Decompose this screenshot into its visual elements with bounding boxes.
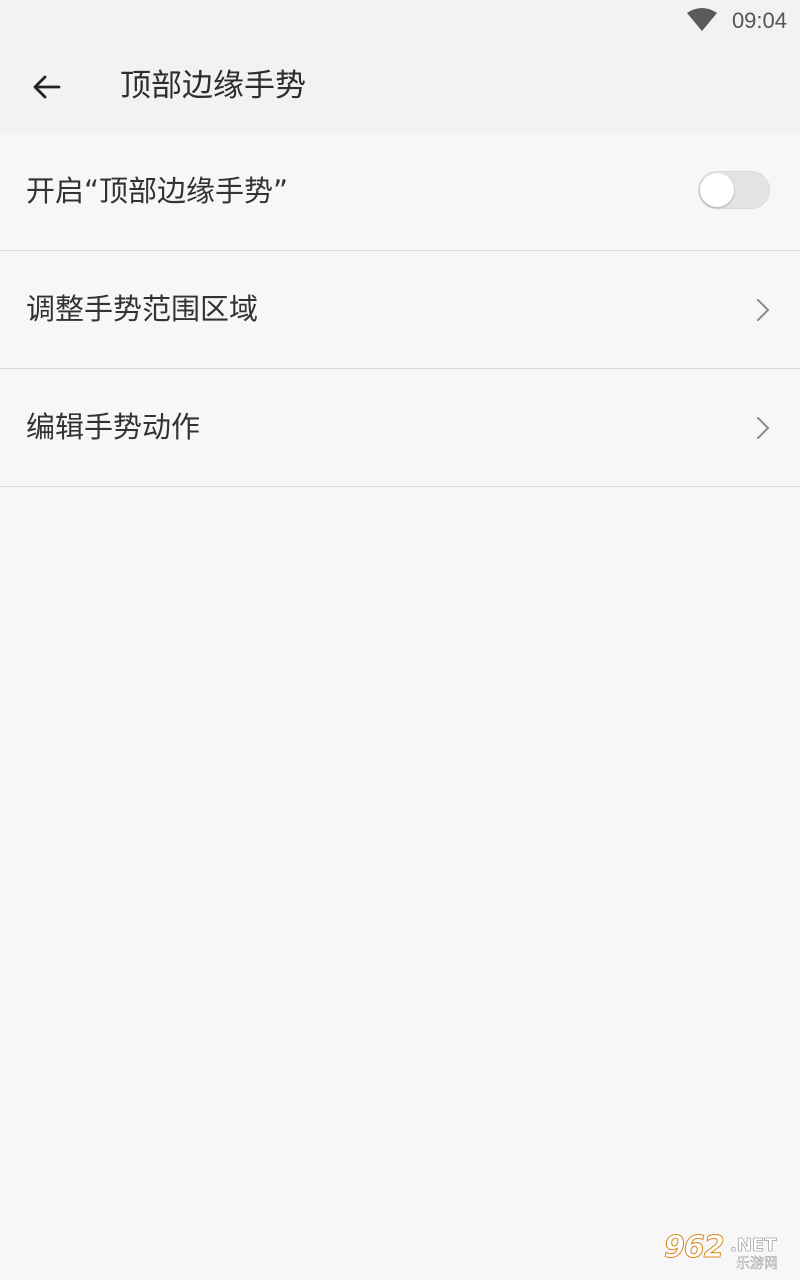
watermark-main: 962 xyxy=(664,1230,726,1265)
settings-list: 开启“顶部边缘手势” 调整手势范围区域 编辑手势动作 xyxy=(0,133,800,487)
chevron-right-icon xyxy=(757,299,769,321)
edit-gesture-actions-row[interactable]: 编辑手势动作 xyxy=(0,369,800,487)
status-bar: 09:04 xyxy=(0,0,800,40)
edit-gesture-actions-label: 编辑手势动作 xyxy=(26,410,201,444)
arrow-back-icon xyxy=(33,75,61,99)
enable-top-edge-gesture-label: 开启“顶部边缘手势” xyxy=(26,174,289,208)
chevron-right-icon xyxy=(757,417,769,439)
watermark-net: .NET xyxy=(730,1235,777,1256)
status-time: 09:04 xyxy=(731,8,787,33)
wifi-icon xyxy=(687,8,717,31)
watermark-sub: 乐游网 xyxy=(736,1256,778,1272)
page-title: 顶部边缘手势 xyxy=(120,68,306,104)
enable-top-edge-gesture-toggle[interactable] xyxy=(698,171,770,209)
watermark-logo: 962 .NET 乐游网 xyxy=(660,1230,794,1276)
adjust-gesture-area-row[interactable]: 调整手势范围区域 xyxy=(0,251,800,369)
enable-top-edge-gesture-row[interactable]: 开启“顶部边缘手势” xyxy=(0,133,800,251)
adjust-gesture-area-label: 调整手势范围区域 xyxy=(26,292,259,326)
toggle-knob xyxy=(700,173,734,207)
back-button[interactable] xyxy=(20,60,74,114)
app-bar: 顶部边缘手势 xyxy=(0,40,800,133)
